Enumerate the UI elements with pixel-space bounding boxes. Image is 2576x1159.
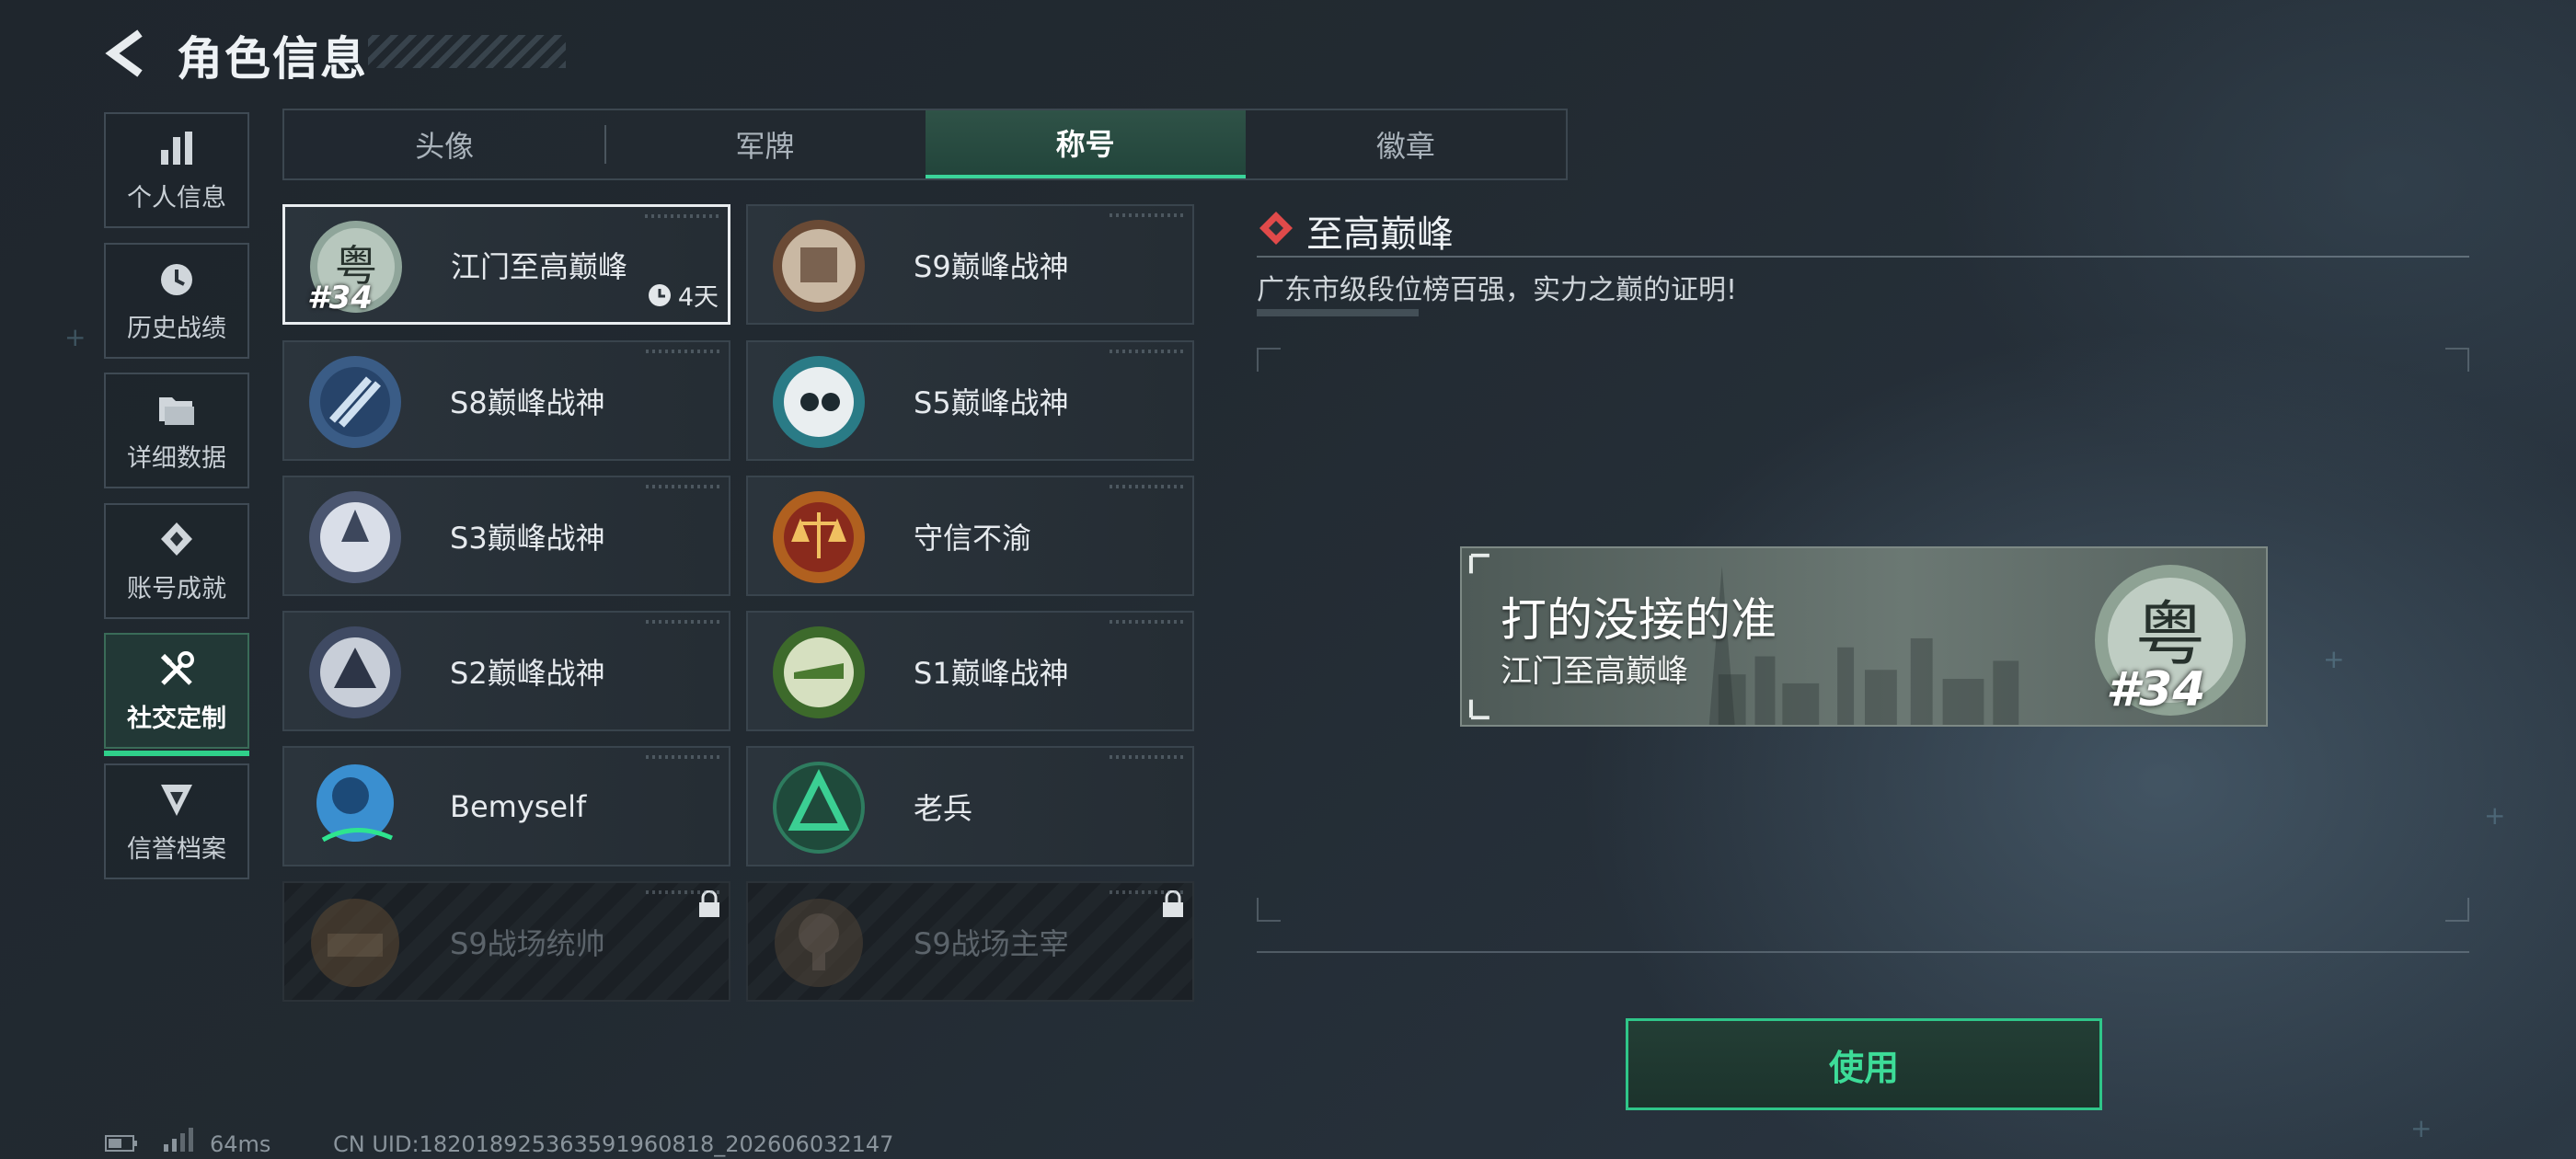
timer-text: 4天 [677, 283, 719, 312]
back-arrow-icon[interactable] [99, 26, 155, 81]
title-name: S9战场主宰 [914, 925, 1069, 961]
clock-icon [648, 283, 671, 306]
frame-corner [2445, 898, 2469, 922]
title-card[interactable]: S9巅峰战神 [746, 204, 1194, 325]
s9-peak-emblem-icon [773, 220, 865, 312]
folder-icon [159, 396, 194, 425]
sidebar-item-label: 详细数据 [127, 443, 226, 473]
tab-avatar[interactable]: 头像 [284, 110, 604, 178]
page-title: 角色信息 [177, 32, 368, 86]
bar-chart-icon [161, 131, 192, 165]
signal-strength-icon [164, 1128, 193, 1152]
title-card-locked[interactable]: S9战场统帅 [282, 881, 730, 1002]
uid-text: CN UID:18201892536359196081​8_2026060321… [333, 1131, 894, 1157]
divider [1257, 951, 2469, 953]
title-card[interactable]: 老兵 [746, 746, 1194, 866]
sidebar-item-history[interactable]: 历史战绩 [104, 243, 249, 359]
battery-icon [105, 1135, 137, 1152]
frame-corner [1257, 348, 1281, 372]
deco-plus: + [2323, 644, 2345, 674]
diamond-icon [1259, 212, 1293, 245]
sidebar-item-achievements[interactable]: 账号成就 [104, 503, 249, 619]
preview-rank: #34 [2106, 662, 2206, 717]
deco-plus: + [64, 322, 86, 352]
title-card[interactable]: S3巅峰战神 [282, 476, 730, 596]
tab-dogtag[interactable]: 军牌 [604, 110, 925, 178]
use-button[interactable]: 使用 [1626, 1018, 2102, 1110]
sidebar-item-personal-info[interactable]: 个人信息 [104, 112, 249, 228]
title-card[interactable]: 粤 #34 江门至高巅峰 4天 [282, 204, 730, 325]
s3-peak-emblem-icon [309, 491, 401, 583]
tab-title[interactable]: 称号 [925, 110, 1246, 178]
detail-title: 至高巅峰 [1306, 213, 1454, 256]
title-card[interactable]: S8巅峰战神 [282, 340, 730, 461]
title-card[interactable]: S5巅峰战神 [746, 340, 1194, 461]
s9-overlord-emblem-icon [775, 899, 863, 987]
deco-plus: + [2484, 800, 2506, 831]
veteran-emblem-icon [773, 762, 865, 854]
sidebar-item-label: 账号成就 [127, 574, 226, 603]
title-card[interactable]: S2巅峰战神 [282, 611, 730, 731]
title-name: S2巅峰战神 [450, 655, 605, 691]
title-card[interactable]: 守信不渝 [746, 476, 1194, 596]
bemyself-emblem-icon [316, 764, 394, 843]
title-name: 老兵 [914, 790, 973, 826]
tools-icon [160, 650, 194, 685]
detail-description: 广东市级段位榜百强，实力之巅的证明! [1257, 274, 1738, 306]
rank-number: #34 [307, 280, 373, 316]
achievement-icon [161, 522, 192, 556]
frame-corner [1257, 898, 1281, 922]
sidebar-item-label: 信誉档案 [127, 834, 226, 864]
preview-title-name: 江门至高巅峰 [1501, 653, 1688, 690]
sidebar-item-label: 社交定制 [127, 704, 226, 733]
tab-badge[interactable]: 徽章 [1246, 110, 1566, 178]
s5-peak-emblem-icon [773, 356, 865, 448]
title-card[interactable]: S1巅峰战神 [746, 611, 1194, 731]
sidebar-item-social-custom[interactable]: 社交定制 [104, 633, 249, 756]
title-name: 江门至高巅峰 [451, 248, 628, 284]
sidebar-item-label: 历史战绩 [127, 314, 226, 343]
title-name: S3巅峰战神 [450, 520, 605, 556]
frame-corner [2445, 348, 2469, 372]
deco-plus: + [2410, 1113, 2432, 1143]
expire-timer: 4天 [647, 277, 719, 313]
title-name: S9战场统帅 [450, 925, 605, 961]
sidebar-item-label: 个人信息 [127, 183, 226, 212]
credit-badge-icon [161, 784, 192, 816]
title-name: S1巅峰战神 [914, 655, 1069, 691]
tab-bar: 头像 军牌 称号 徽章 [282, 109, 1568, 180]
detail-subtext-bar [1257, 309, 1419, 316]
history-clock-icon [161, 263, 192, 295]
preview-player-name: 打的没接的准 [1501, 593, 1777, 647]
title-name: S9巅峰战神 [914, 248, 1069, 284]
divider [1257, 256, 2469, 258]
s9-marshal-emblem-icon [311, 899, 399, 987]
title-card-locked[interactable]: S9战场主宰 [746, 881, 1194, 1002]
sidebar-item-credit[interactable]: 信誉档案 [104, 763, 249, 879]
title-decoration [368, 35, 566, 68]
title-name: 守信不渝 [914, 520, 1032, 556]
s2-peak-emblem-icon [309, 626, 401, 718]
lock-icon [699, 890, 719, 917]
s8-peak-emblem-icon [309, 356, 401, 448]
lock-icon [1163, 890, 1183, 917]
title-name: S5巅峰战神 [914, 384, 1069, 420]
title-card[interactable]: Bemyself [282, 746, 730, 866]
ping-text: 64ms [210, 1131, 271, 1157]
trust-scale-emblem-icon [773, 491, 865, 583]
title-name: S8巅峰战神 [450, 384, 605, 420]
title-name: Bemyself [450, 788, 587, 824]
s1-crocodile-emblem-icon [773, 626, 865, 718]
sidebar-item-detailed-data[interactable]: 详细数据 [104, 373, 249, 488]
title-preview-plate: 打的没接的准 江门至高巅峰 粤 #34 [1460, 546, 2268, 727]
